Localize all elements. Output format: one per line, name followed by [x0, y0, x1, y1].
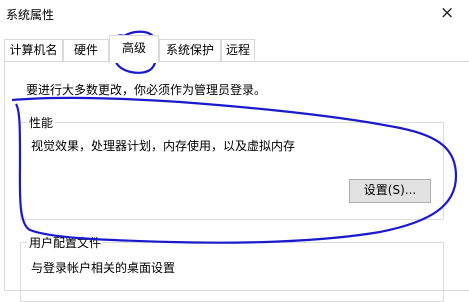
user-profiles-group-label: 用户配置文件 [27, 234, 104, 251]
performance-description: 视觉效果，处理器计划，内存使用，以及虚拟内存 [31, 139, 296, 153]
tab-strip: 计算机名 硬件 高级 系统保护 远程 [0, 34, 469, 63]
performance-settings-button[interactable]: 设置(S)... [349, 179, 431, 203]
window-title: 系统属性 [6, 8, 55, 22]
performance-group-label: 性能 [27, 114, 56, 131]
admin-notice: 要进行大多数更改，你必须作为管理员登录。 [26, 83, 267, 97]
tab-remote[interactable]: 远程 [221, 39, 255, 61]
close-icon[interactable]: × [440, 3, 454, 23]
tab-hardware[interactable]: 硬件 [63, 39, 109, 61]
tab-advanced[interactable]: 高级 [109, 35, 159, 63]
tab-system-protection[interactable]: 系统保护 [159, 39, 221, 61]
user-profiles-group: 用户配置文件 与登录帐户相关的桌面设置 [20, 234, 444, 302]
tab-computer-name[interactable]: 计算机名 [4, 39, 63, 61]
title-bar: 系统属性 × [0, 0, 469, 34]
user-profiles-description: 与登录帐户相关的桌面设置 [31, 261, 176, 275]
performance-group: 性能 视觉效果，处理器计划，内存使用，以及虚拟内存 设置(S)... [20, 114, 444, 220]
